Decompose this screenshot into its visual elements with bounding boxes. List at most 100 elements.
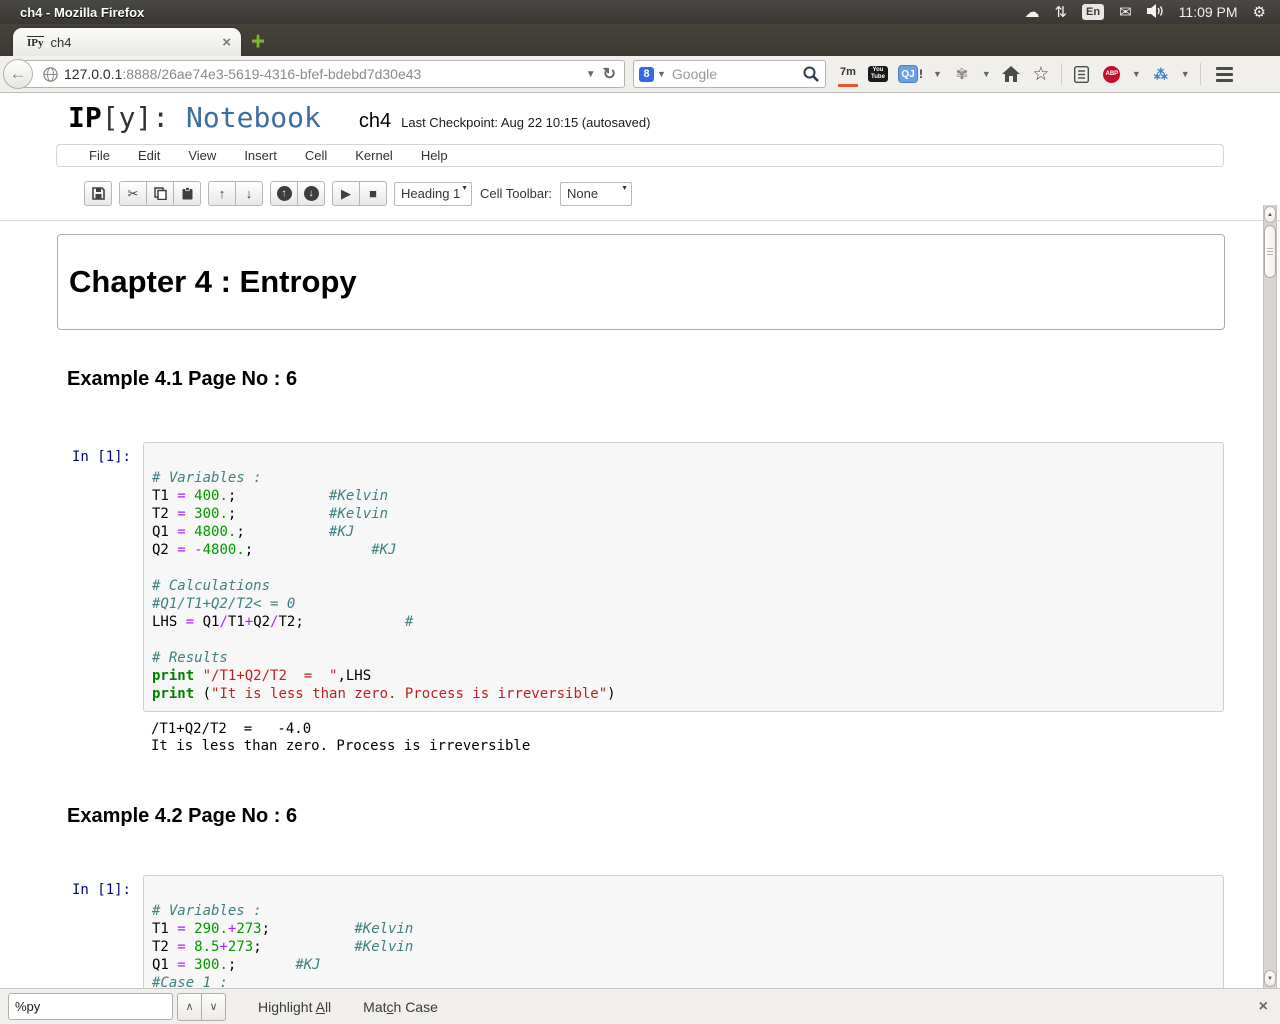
menu-cell[interactable]: Cell <box>291 148 341 163</box>
arrow-up-icon: ↑ <box>219 186 226 201</box>
page-scrollbar[interactable]: ▲ ▼ <box>1263 205 1277 988</box>
cell-type-select[interactable]: Heading 1▼ <box>394 182 472 206</box>
scrollbar-thumb[interactable] <box>1264 225 1276 278</box>
mail-icon[interactable]: ✉ <box>1119 5 1132 20</box>
code-editor[interactable]: # Variables :T1 = 400.; #KelvinT2 = 300.… <box>152 451 1223 703</box>
interrupt-kernel-button[interactable]: ■ <box>359 181 387 206</box>
menu-edit[interactable]: Edit <box>124 148 174 163</box>
cloud-sync-icon[interactable]: ☁ <box>1024 5 1039 20</box>
insert-cell-above-button[interactable]: ↑ <box>270 181 298 206</box>
new-tab-button[interactable]: + <box>251 30 265 54</box>
find-close-icon[interactable]: × <box>1259 998 1268 1016</box>
back-button[interactable]: ← <box>3 59 33 89</box>
keyboard-layout-indicator[interactable]: En <box>1082 4 1104 20</box>
code-editor[interactable]: # Variables :T1 = 290.+273; #KelvinT2 = … <box>152 884 1223 988</box>
menu-insert[interactable]: Insert <box>230 148 291 163</box>
menu-hamburger-icon[interactable] <box>1215 63 1235 85</box>
code-line: T2 = 8.5+273; #Kelvin <box>152 938 1223 956</box>
save-button[interactable] <box>84 181 112 206</box>
system-tray: ☁ ⇅ En ✉ 11:09 PM ⚙ <box>1024 4 1280 21</box>
cell-heading1-selected[interactable]: Chapter 4 : Entropy <box>57 234 1225 330</box>
menu-kernel[interactable]: Kernel <box>341 148 407 163</box>
find-previous-button[interactable]: ∧ <box>177 993 202 1021</box>
adblock-dropdown-icon[interactable]: ▼ <box>1132 69 1141 79</box>
play-icon: ▶ <box>341 186 351 202</box>
circle-arrow-down-icon: ↓ <box>304 186 319 201</box>
paste-cell-button[interactable] <box>173 181 201 206</box>
highlight-all-button[interactable]: Highlight All <box>258 999 331 1015</box>
scrollbar-up-button[interactable]: ▲ <box>1264 206 1276 223</box>
notebook-menubar: File Edit View Insert Cell Kernel Help <box>56 144 1224 167</box>
volume-icon[interactable] <box>1147 4 1164 21</box>
extension-bird-icon[interactable]: ✾ <box>952 63 972 85</box>
cell-heading3-example41[interactable]: Example 4.1 Page No : 6 <box>67 366 1280 392</box>
match-case-button[interactable]: Match Case <box>363 999 438 1015</box>
7m-addon-icon[interactable]: 7m <box>838 61 858 87</box>
code-line <box>152 884 1223 902</box>
menu-view[interactable]: View <box>174 148 230 163</box>
network-updown-icon[interactable]: ⇅ <box>1054 5 1067 20</box>
code-line: Q1 = 300.; #KJ <box>152 956 1223 974</box>
reload-icon[interactable]: ↻ <box>603 64 616 84</box>
ipython-logo[interactable]: IP[y]: Notebook <box>68 103 321 133</box>
code-input-area[interactable]: # Variables :T1 = 290.+273; #KelvinT2 = … <box>143 875 1224 988</box>
toolbar-separator <box>1200 63 1201 85</box>
extension-blue-icon[interactable]: ⁂ <box>1151 63 1171 85</box>
tab-close-icon[interactable]: × <box>222 35 231 50</box>
cut-cell-button[interactable]: ✂ <box>119 181 147 206</box>
chevron-up-icon: ∧ <box>185 1000 193 1013</box>
find-bar: %py ∧ ∨ Highlight All Match Case × <box>0 988 1280 1024</box>
chevron-down-icon: ∨ <box>209 1000 217 1013</box>
search-bar[interactable]: 8 ▼ Google <box>633 60 826 88</box>
screen: ch4 - Mozilla Firefox ☁ ⇅ En ✉ 11:09 PM … <box>0 0 1280 1024</box>
home-icon[interactable] <box>1001 63 1021 85</box>
qj-addon-icon[interactable]: QJ! <box>898 63 923 85</box>
url-dropdown-icon[interactable]: ▼ <box>586 69 596 80</box>
qj-dropdown-icon[interactable]: ▼ <box>933 69 942 79</box>
cell-toolbar-select[interactable]: None▼ <box>560 182 632 206</box>
clock[interactable]: 11:09 PM <box>1179 4 1238 20</box>
cell-code-1[interactable]: In [1]: # Variables :T1 = 400.; #KelvinT… <box>0 442 1280 712</box>
notebook-filename[interactable]: ch4 <box>359 110 391 133</box>
scrollbar-down-button[interactable]: ▼ <box>1264 970 1276 987</box>
tab-ch4[interactable]: IPy ch4 × <box>13 28 241 56</box>
url-bar[interactable]: 127.0.0.1:8888/26ae74e3-5619-4316-bfef-b… <box>20 60 625 88</box>
checkpoint-status: Last Checkpoint: Aug 22 10:15 (autosaved… <box>401 115 650 130</box>
bookmarks-sidebar-icon[interactable] <box>1072 63 1092 85</box>
search-engine-icon[interactable]: 8 <box>639 67 654 82</box>
copy-cell-button[interactable] <box>146 181 174 206</box>
youtube-addon-icon[interactable]: YouTube <box>868 63 888 85</box>
cell-code-2[interactable]: In [1]: # Variables :T1 = 290.+273; #Kel… <box>0 875 1280 988</box>
code-line: # Variables : <box>152 469 1223 487</box>
scissors-icon: ✂ <box>128 186 139 202</box>
bookmark-star-icon[interactable]: ☆ <box>1031 63 1051 85</box>
ipython-favicon: IPy <box>27 36 44 49</box>
find-next-button[interactable]: ∨ <box>201 993 226 1021</box>
session-gear-icon[interactable]: ⚙ <box>1253 5 1266 20</box>
arrow-down-icon: ↓ <box>246 186 253 201</box>
magnifier-icon[interactable] <box>802 65 820 83</box>
browser-content: IP[y]: Notebook ch4 Last Checkpoint: Aug… <box>0 93 1280 988</box>
cell-toolbar-label: Cell Toolbar: <box>480 186 552 201</box>
globe-icon <box>43 67 58 82</box>
insert-cell-below-button[interactable]: ↓ <box>297 181 325 206</box>
menu-help[interactable]: Help <box>407 148 462 163</box>
input-prompt: In [1]: <box>0 442 143 465</box>
extension-dropdown-icon[interactable]: ▼ <box>982 69 991 79</box>
move-cell-down-button[interactable]: ↓ <box>235 181 263 206</box>
find-input[interactable]: %py <box>8 993 173 1020</box>
run-cell-button[interactable]: ▶ <box>332 181 360 206</box>
toolbar-separator <box>1061 63 1062 85</box>
adblock-plus-icon[interactable]: ABP <box>1102 63 1122 85</box>
copy-icon <box>154 187 167 200</box>
url-host: 127.0.0.1 <box>64 66 122 82</box>
cell-heading3-example42[interactable]: Example 4.2 Page No : 6 <box>67 803 1280 829</box>
code-line: T2 = 300.; #Kelvin <box>152 505 1223 523</box>
code-input-area[interactable]: # Variables :T1 = 400.; #KelvinT2 = 300.… <box>143 442 1224 712</box>
stop-icon: ■ <box>369 186 377 201</box>
clipboard-icon <box>181 187 194 200</box>
extension-blue-dropdown-icon[interactable]: ▼ <box>1181 69 1190 79</box>
search-engine-dropdown-icon[interactable]: ▼ <box>657 69 666 79</box>
menu-file[interactable]: File <box>75 148 124 163</box>
move-cell-up-button[interactable]: ↑ <box>208 181 236 206</box>
